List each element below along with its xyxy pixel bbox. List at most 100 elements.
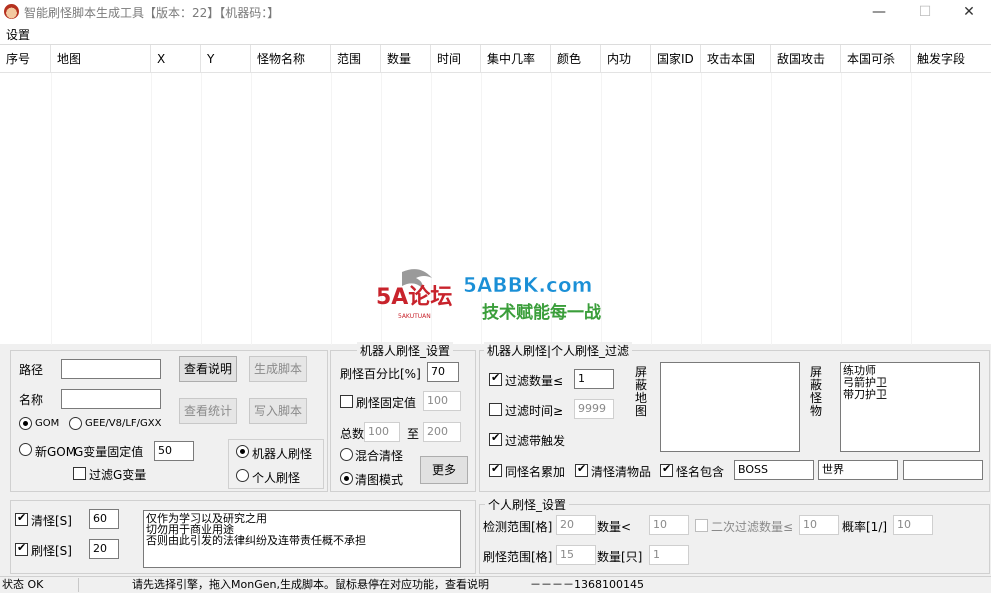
filter-time-checkbox[interactable] — [489, 403, 502, 416]
spawn-range-label: 刷怪范围[格] — [483, 550, 553, 564]
col-header-index[interactable]: 序号 — [0, 45, 51, 73]
name-contains-input-1[interactable]: BOSS — [734, 460, 814, 480]
col-header-own-killable[interactable]: 本国可杀 — [841, 45, 911, 73]
maximize-button[interactable]: ☐ — [902, 0, 948, 24]
spawn-interval-input[interactable]: 20 — [89, 539, 119, 559]
name-contains-input-3[interactable] — [903, 460, 983, 480]
personal-spawn-radio[interactable] — [236, 469, 249, 482]
shield-map-label: 屏蔽地图 — [634, 365, 647, 418]
write-script-button[interactable]: 写入脚本 — [249, 398, 307, 424]
shield-monster-item[interactable]: 带刀护卫 — [843, 389, 977, 401]
name-contains-input-2[interactable]: 世界 — [818, 460, 898, 480]
clear-interval-checkbox[interactable] — [15, 511, 28, 526]
g-var-fixed-input[interactable]: 50 — [154, 441, 194, 461]
grid-line — [911, 73, 912, 345]
col-header-enemy-attack[interactable]: 敌国攻击 — [771, 45, 841, 73]
count-only-input[interactable]: 1 — [649, 545, 689, 565]
engine-newgom-radio[interactable] — [19, 443, 32, 456]
clear-map-mode-radio[interactable] — [340, 472, 353, 485]
filter-count-input[interactable]: 1 — [574, 369, 614, 389]
status-contact: －－－－1368100145 — [530, 578, 644, 591]
mixed-clear-radio[interactable] — [340, 448, 353, 461]
probability-label: 概率[1/] — [842, 520, 888, 534]
col-header-range[interactable]: 范围 — [331, 45, 381, 73]
col-header-time[interactable]: 时间 — [431, 45, 481, 73]
col-header-count[interactable]: 数量 — [381, 45, 431, 73]
col-header-x[interactable]: X — [151, 45, 201, 73]
shield-monster-label: 屏蔽怪物 — [809, 365, 822, 418]
filter-count-checkbox[interactable] — [489, 371, 502, 386]
minimize-button[interactable]: — — [856, 0, 902, 24]
spawn-fixed-input[interactable]: 100 — [423, 391, 461, 411]
col-header-map[interactable]: 地图 — [51, 45, 151, 73]
same-name-accum-checkbox[interactable] — [489, 462, 502, 477]
count-lt-label: 数量< — [597, 520, 632, 534]
spawn-range-input[interactable]: 15 — [556, 545, 596, 565]
col-header-y[interactable]: Y — [201, 45, 251, 73]
total-max-input[interactable]: 200 — [423, 422, 461, 442]
disclaimer-textbox[interactable]: 仅作为学习以及研究之用 切勿用于商业用途 否则由此引发的法律纠纷及连带责任概不承… — [143, 510, 461, 568]
col-header-trigger-field[interactable]: 触发字段 — [911, 45, 991, 73]
col-header-monster-name[interactable]: 怪物名称 — [251, 45, 331, 73]
spawn-interval-label: 刷怪[S] — [31, 544, 72, 558]
status-separator — [78, 578, 79, 592]
spawn-fixed-label: 刷怪固定值 — [356, 396, 417, 410]
col-header-color[interactable]: 颜色 — [551, 45, 601, 73]
filter-trigger-label: 过滤带触发 — [505, 434, 566, 448]
engine-gee-label: GEE/V8/LF/GXX — [85, 418, 162, 429]
generate-script-button[interactable]: 生成脚本 — [249, 356, 307, 382]
path-label: 路径 — [19, 363, 44, 377]
total-label: 总数 — [340, 427, 365, 441]
name-contains-checkbox[interactable] — [660, 462, 673, 477]
engine-newgom-label: 新GOM — [35, 445, 77, 459]
spawn-percent-input[interactable]: 70 — [427, 362, 459, 382]
watermark: 5A论坛 5AKUTUAN 5ABBK.com 技术赋能每一战 — [376, 269, 601, 323]
col-header-country-id[interactable]: 国家ID — [651, 45, 701, 73]
grid-line — [701, 73, 702, 345]
count-lt-input[interactable]: 10 — [649, 515, 689, 535]
personal-settings-title: 个人刷怪_设置 — [485, 496, 570, 513]
filter-title: 机器人刷怪|个人刷怪_过滤 — [484, 342, 633, 359]
more-button[interactable]: 更多 — [420, 456, 468, 484]
col-header-attack-own[interactable]: 攻击本国 — [701, 45, 771, 73]
engine-gom-label: GOM — [35, 418, 60, 429]
shield-map-list[interactable] — [660, 362, 800, 452]
filter-g-var-label: 过滤G变量 — [89, 468, 147, 482]
robot-settings-title: 机器人刷怪_设置 — [357, 342, 454, 359]
grid-line — [331, 73, 332, 345]
name-input[interactable] — [61, 389, 161, 409]
spawn-interval-checkbox[interactable] — [15, 541, 28, 556]
clear-items-checkbox[interactable] — [575, 462, 588, 477]
spawn-percent-label: 刷怪百分比[%] — [340, 367, 421, 381]
spawn-fixed-checkbox[interactable] — [340, 395, 353, 408]
status-bar: 状态 OK 请先选择引擎，拖入MonGen,生成脚本。鼠标悬停在对应功能，查看说… — [0, 576, 991, 592]
grid-line — [201, 73, 202, 345]
col-header-inner-power[interactable]: 内功 — [601, 45, 651, 73]
robot-spawn-radio[interactable] — [236, 445, 249, 458]
col-header-concentration[interactable]: 集中几率 — [481, 45, 551, 73]
grid-line — [151, 73, 152, 345]
menu-settings[interactable]: 设置 — [6, 26, 30, 43]
grid-line — [251, 73, 252, 345]
filter-time-input[interactable]: 9999 — [574, 399, 614, 419]
same-name-accum-label: 同怪名累加 — [505, 465, 566, 479]
second-filter-input[interactable]: 10 — [799, 515, 839, 535]
filter-trigger-checkbox[interactable] — [489, 431, 502, 446]
second-filter-checkbox[interactable] — [695, 519, 708, 532]
view-help-button[interactable]: 查看说明 — [179, 356, 237, 382]
watermark-logo-sub: 5AKUTUAN — [398, 313, 431, 320]
mixed-clear-label: 混合清怪 — [355, 449, 404, 463]
engine-gee-radio[interactable] — [69, 417, 82, 430]
total-min-input[interactable]: 100 — [364, 422, 400, 442]
window-title: 智能刷怪脚本生成工具【版本：22】【机器码：】 — [24, 6, 280, 20]
close-button[interactable]: ✕ — [946, 0, 991, 24]
grid-line — [771, 73, 772, 345]
shield-monster-list[interactable]: 练功师 弓箭护卫 带刀护卫 — [840, 362, 980, 452]
view-stats-button[interactable]: 查看统计 — [179, 398, 237, 424]
filter-g-var-checkbox[interactable] — [73, 467, 86, 480]
probability-input[interactable]: 10 — [893, 515, 933, 535]
detect-range-input[interactable]: 20 — [556, 515, 596, 535]
path-input[interactable] — [61, 359, 161, 379]
engine-gom-radio[interactable] — [19, 417, 32, 430]
clear-interval-input[interactable]: 60 — [89, 509, 119, 529]
